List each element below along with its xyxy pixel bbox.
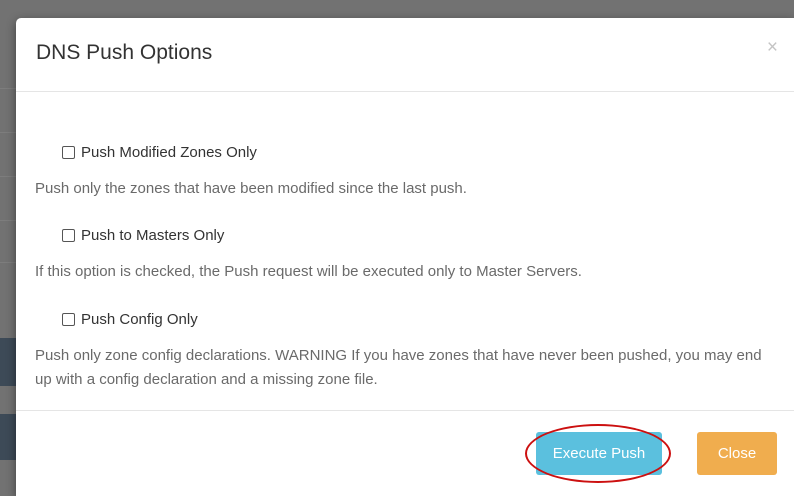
checkbox-unchecked-icon[interactable] bbox=[62, 146, 75, 159]
option-label[interactable]: Push Config Only bbox=[81, 311, 198, 328]
close-button[interactable]: Close bbox=[697, 432, 777, 475]
option-push-to-masters-only[interactable]: Push to Masters Only bbox=[62, 227, 224, 244]
modal-footer: Execute Push Close bbox=[16, 410, 794, 496]
checkbox-unchecked-icon[interactable] bbox=[62, 229, 75, 242]
option-description: Push only the zones that have been modif… bbox=[35, 180, 467, 197]
modal-title: DNS Push Options bbox=[36, 41, 213, 64]
checkbox-unchecked-icon[interactable] bbox=[62, 313, 75, 326]
option-push-config-only[interactable]: Push Config Only bbox=[62, 311, 198, 328]
dns-push-options-modal: DNS Push Options × Push Modified Zones O… bbox=[16, 18, 794, 496]
modal-body: Push Modified Zones Only Push only the z… bbox=[16, 93, 794, 410]
option-label[interactable]: Push Modified Zones Only bbox=[81, 144, 257, 161]
modal-header: DNS Push Options × bbox=[16, 18, 794, 92]
option-label[interactable]: Push to Masters Only bbox=[81, 227, 224, 244]
option-description: Push only zone config declarations. WARN… bbox=[35, 347, 762, 388]
option-push-modified-zones-only[interactable]: Push Modified Zones Only bbox=[62, 144, 257, 161]
execute-push-button[interactable]: Execute Push bbox=[536, 432, 662, 475]
option-description: If this option is checked, the Push requ… bbox=[35, 263, 582, 280]
close-icon[interactable]: × bbox=[767, 38, 778, 57]
